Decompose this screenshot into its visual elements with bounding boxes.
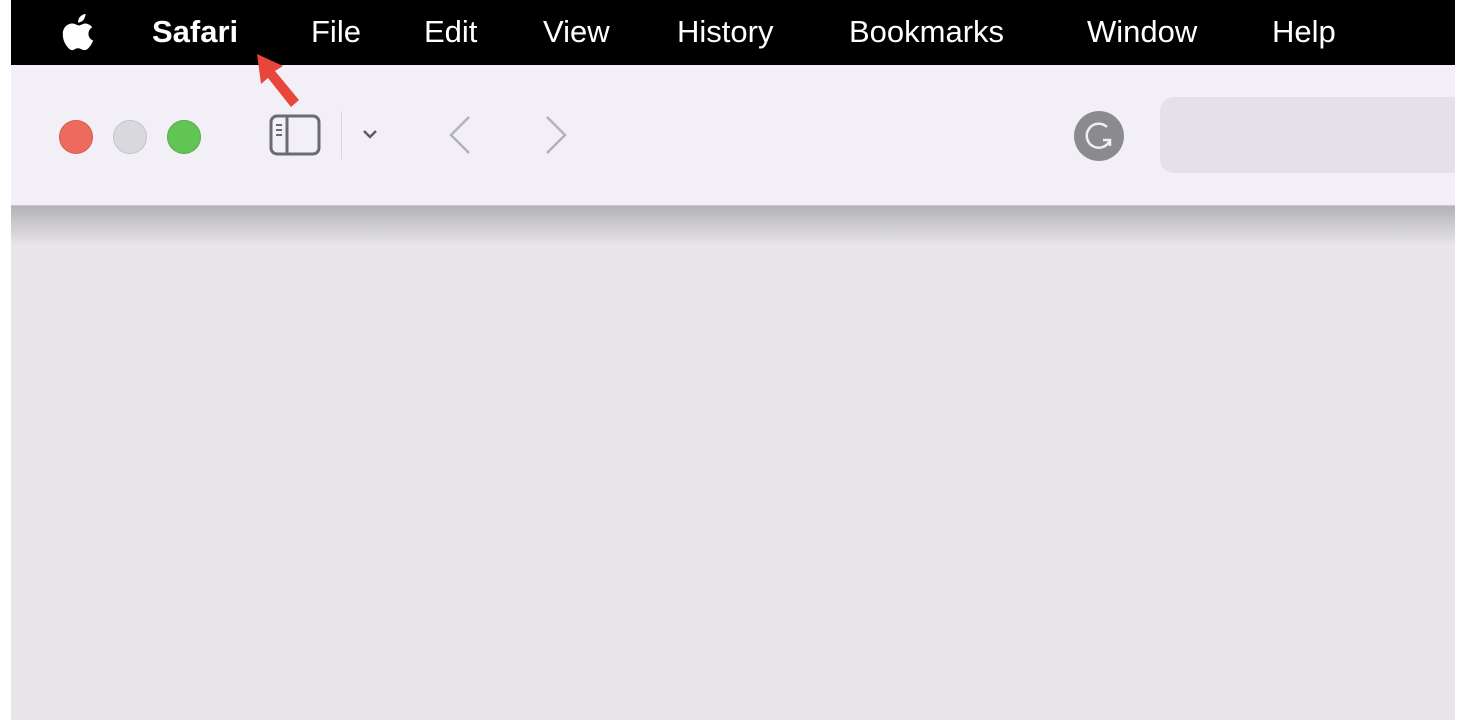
menu-edit[interactable]: Edit bbox=[424, 12, 477, 52]
menu-window[interactable]: Window bbox=[1087, 12, 1197, 52]
menu-file[interactable]: File bbox=[311, 12, 361, 52]
chevron-down-icon[interactable] bbox=[361, 127, 379, 141]
apple-menu-icon[interactable] bbox=[61, 14, 95, 52]
back-button-icon[interactable] bbox=[445, 114, 475, 156]
web-content-area bbox=[11, 246, 1455, 720]
menu-help[interactable]: Help bbox=[1272, 12, 1336, 52]
content-shadow bbox=[11, 206, 1455, 246]
menu-view[interactable]: View bbox=[543, 12, 610, 52]
address-bar[interactable] bbox=[1160, 97, 1455, 173]
screen: Safari File Edit View History Bookmarks … bbox=[11, 0, 1455, 720]
zoom-window-button[interactable] bbox=[167, 120, 201, 154]
grammarly-extension-icon[interactable] bbox=[1073, 110, 1125, 162]
menu-safari[interactable]: Safari bbox=[152, 12, 238, 52]
annotation-arrow-icon bbox=[257, 54, 299, 107]
forward-button-icon[interactable] bbox=[541, 114, 571, 156]
menu-history[interactable]: History bbox=[677, 12, 773, 52]
minimize-window-button[interactable] bbox=[113, 120, 147, 154]
toolbar-divider bbox=[341, 111, 342, 159]
close-window-button[interactable] bbox=[59, 120, 93, 154]
menu-bar: Safari File Edit View History Bookmarks … bbox=[11, 0, 1455, 65]
menu-bookmarks[interactable]: Bookmarks bbox=[849, 12, 1004, 52]
